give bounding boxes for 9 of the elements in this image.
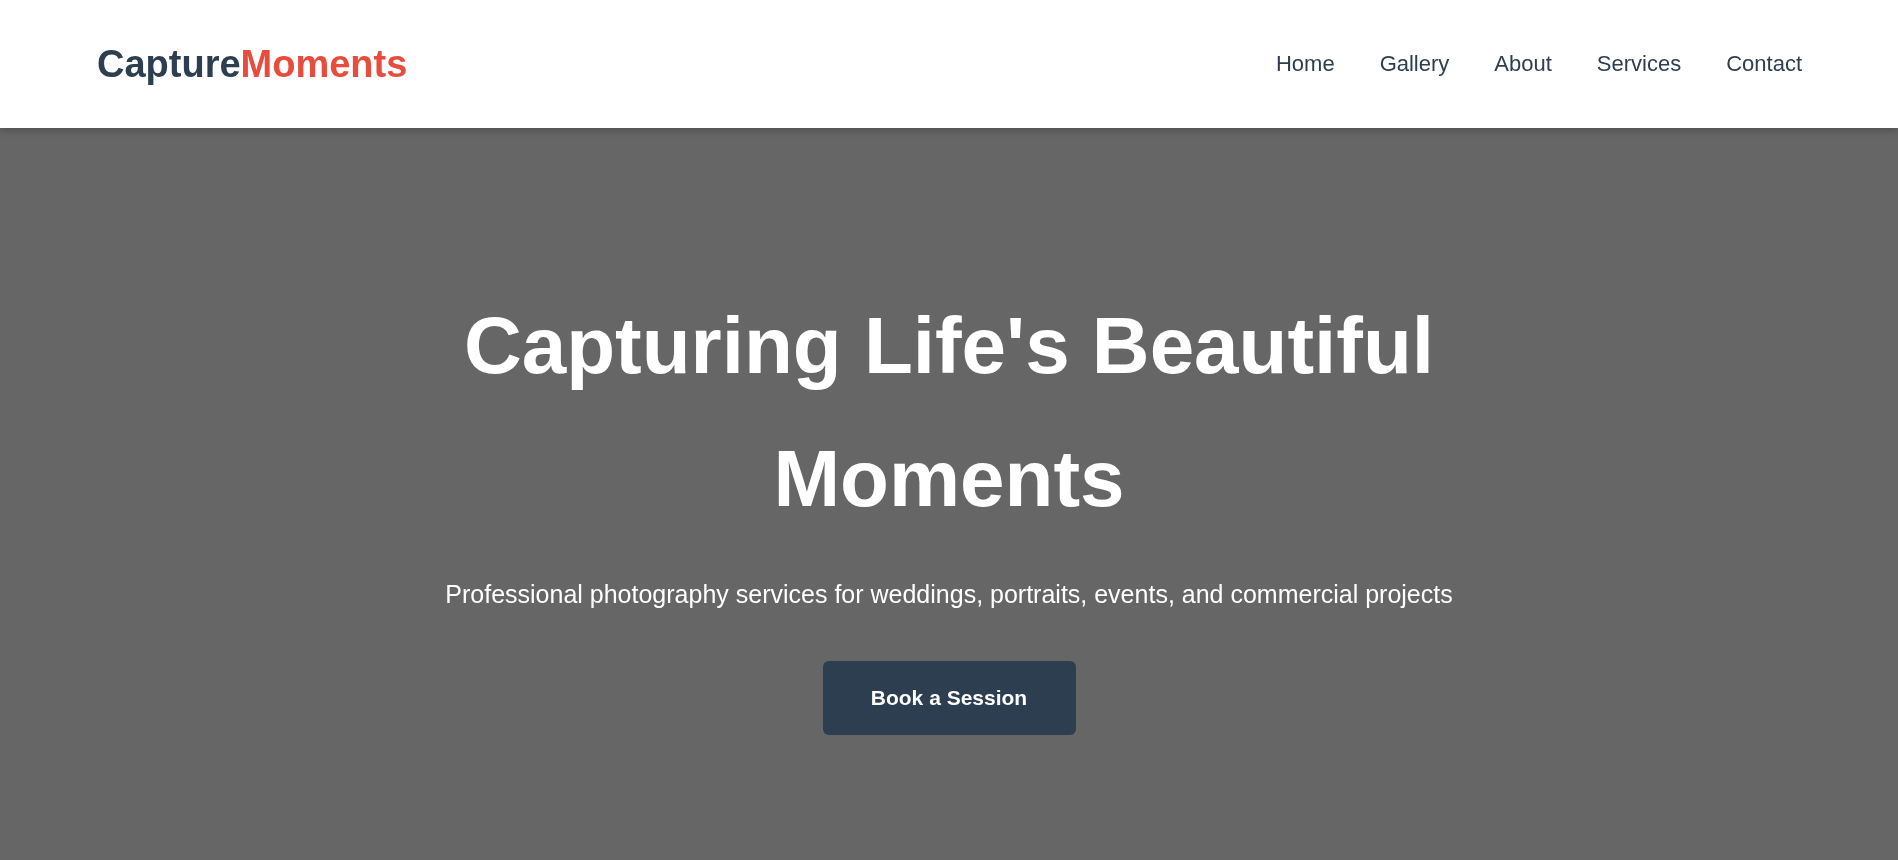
nav-link[interactable]: About [1494,51,1552,77]
nav-link[interactable]: Home [1275,51,1335,77]
hero-subtitle: Professional photography services for weddings, portraits, events, and commercial projects [445,579,1453,610]
nav-link[interactable]: Services [1596,51,1682,77]
book-session-button[interactable]: Book a Session [822,661,1076,735]
nav-link[interactable]: Contact [1726,51,1802,77]
site-logo[interactable]: CaptureMoments [97,42,408,86]
hero-title: Capturing Life's Beautiful Moments [462,300,1436,525]
nav-link[interactable]: Gallery [1379,51,1450,77]
